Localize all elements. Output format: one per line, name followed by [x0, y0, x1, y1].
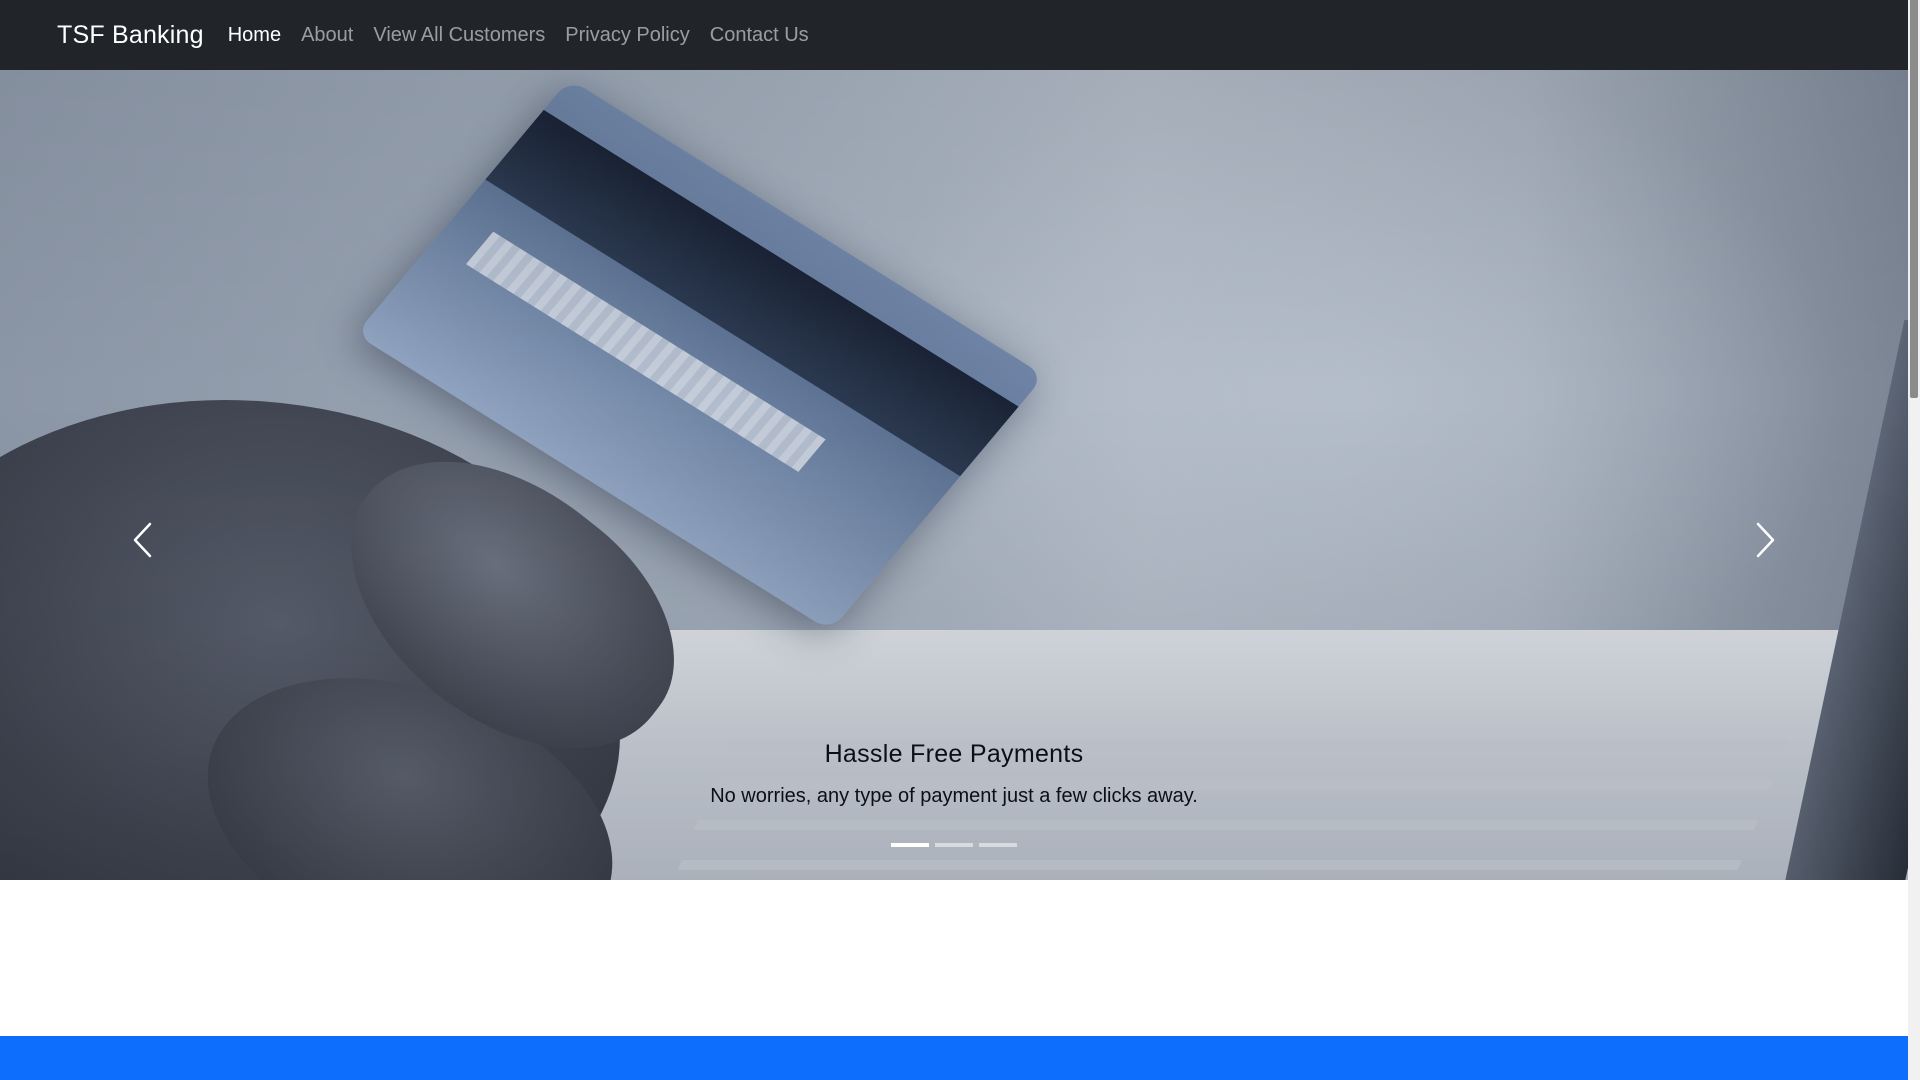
brand-logo-text[interactable]: TSF Banking — [57, 21, 204, 50]
blue-section-band — [0, 1036, 1908, 1080]
carousel-next-button[interactable] — [1745, 515, 1785, 565]
carousel-indicator-1[interactable] — [891, 843, 929, 847]
caption-text: No worries, any type of payment just a f… — [710, 785, 1198, 807]
carousel-indicator-2[interactable] — [935, 843, 973, 847]
caption-title: Hassle Free Payments — [824, 740, 1084, 768]
page: TSF Banking Home About View All Customer… — [0, 0, 1908, 1080]
page-scrollbar[interactable] — [1908, 0, 1920, 1080]
top-navbar: TSF Banking Home About View All Customer… — [0, 0, 1908, 70]
nav-item-contact-us[interactable]: Contact Us — [700, 24, 819, 47]
carousel-caption: Hassle Free Payments No worries, any typ… — [0, 740, 1908, 808]
carousel-prev-button[interactable] — [123, 515, 163, 565]
chevron-left-icon — [133, 522, 152, 558]
nav-links: Home About View All Customers Privacy Po… — [218, 24, 819, 47]
nav-item-about[interactable]: About — [291, 24, 363, 47]
chevron-right-icon — [1756, 522, 1775, 558]
scrollbar-thumb[interactable] — [1910, 0, 1918, 398]
nav-item-privacy-policy[interactable]: Privacy Policy — [555, 24, 699, 47]
nav-item-home[interactable]: Home — [218, 24, 291, 47]
hero-carousel: Hassle Free Payments No worries, any typ… — [0, 70, 1908, 880]
carousel-indicators — [0, 843, 1908, 847]
nav-item-view-all-customers[interactable]: View All Customers — [363, 24, 555, 47]
carousel-indicator-3[interactable] — [979, 843, 1017, 847]
